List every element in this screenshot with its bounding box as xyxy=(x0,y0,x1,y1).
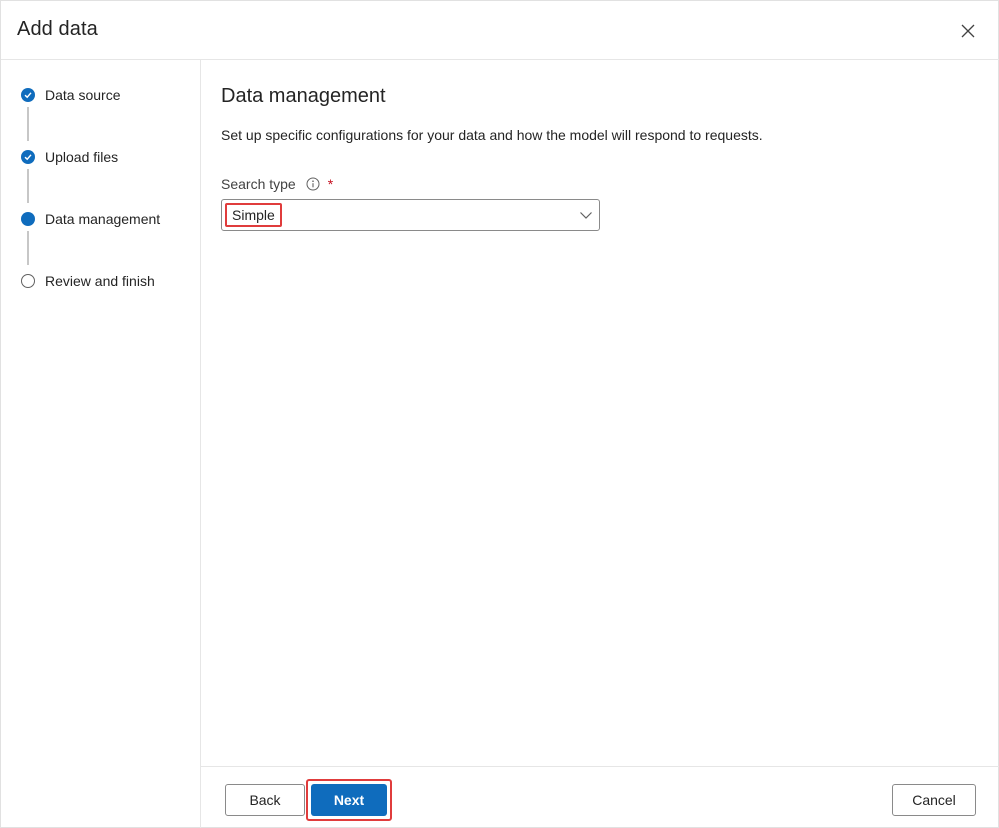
dialog-title: Add data xyxy=(17,18,98,40)
step-label: Data source xyxy=(45,87,121,103)
required-marker: * xyxy=(327,176,334,192)
next-button-highlight: Next xyxy=(306,779,392,821)
chevron-down-icon xyxy=(580,212,592,219)
check-icon xyxy=(21,150,35,164)
step-label: Data management xyxy=(45,211,161,227)
step-data-source[interactable]: Data source xyxy=(21,85,120,105)
section-description: Set up specific configurations for your … xyxy=(221,127,763,143)
main-panel: Data management Set up specific configur… xyxy=(201,60,999,766)
search-type-dropdown[interactable]: Simple xyxy=(221,199,600,231)
step-connector xyxy=(27,169,29,203)
step-label: Upload files xyxy=(45,149,119,165)
step-data-management[interactable]: Data management xyxy=(21,209,160,229)
back-button[interactable]: Back xyxy=(225,784,305,816)
search-type-selected-value: Simple xyxy=(225,203,282,227)
check-icon xyxy=(21,88,35,102)
close-button[interactable] xyxy=(956,19,980,43)
step-review-and-finish[interactable]: Review and finish xyxy=(21,271,155,291)
circle-icon xyxy=(21,274,35,288)
dialog-footer: Back Next Cancel xyxy=(201,766,999,828)
next-button[interactable]: Next xyxy=(311,784,387,816)
step-upload-files[interactable]: Upload files xyxy=(21,147,118,167)
section-heading: Data management xyxy=(221,85,386,107)
dialog-header: Add data xyxy=(1,1,999,60)
step-label: Review and finish xyxy=(45,273,155,289)
close-icon xyxy=(961,24,975,38)
step-connector xyxy=(27,107,29,141)
dot-icon xyxy=(21,212,35,226)
search-type-label: Search type * xyxy=(221,176,333,192)
search-type-label-text: Search type xyxy=(221,176,296,192)
cancel-button[interactable]: Cancel xyxy=(892,784,976,816)
step-connector xyxy=(27,231,29,265)
info-icon[interactable] xyxy=(306,177,320,191)
wizard-steps: Data source Upload files Data management… xyxy=(1,60,201,828)
add-data-dialog: Add data Data source Upload files Data m… xyxy=(0,0,999,828)
